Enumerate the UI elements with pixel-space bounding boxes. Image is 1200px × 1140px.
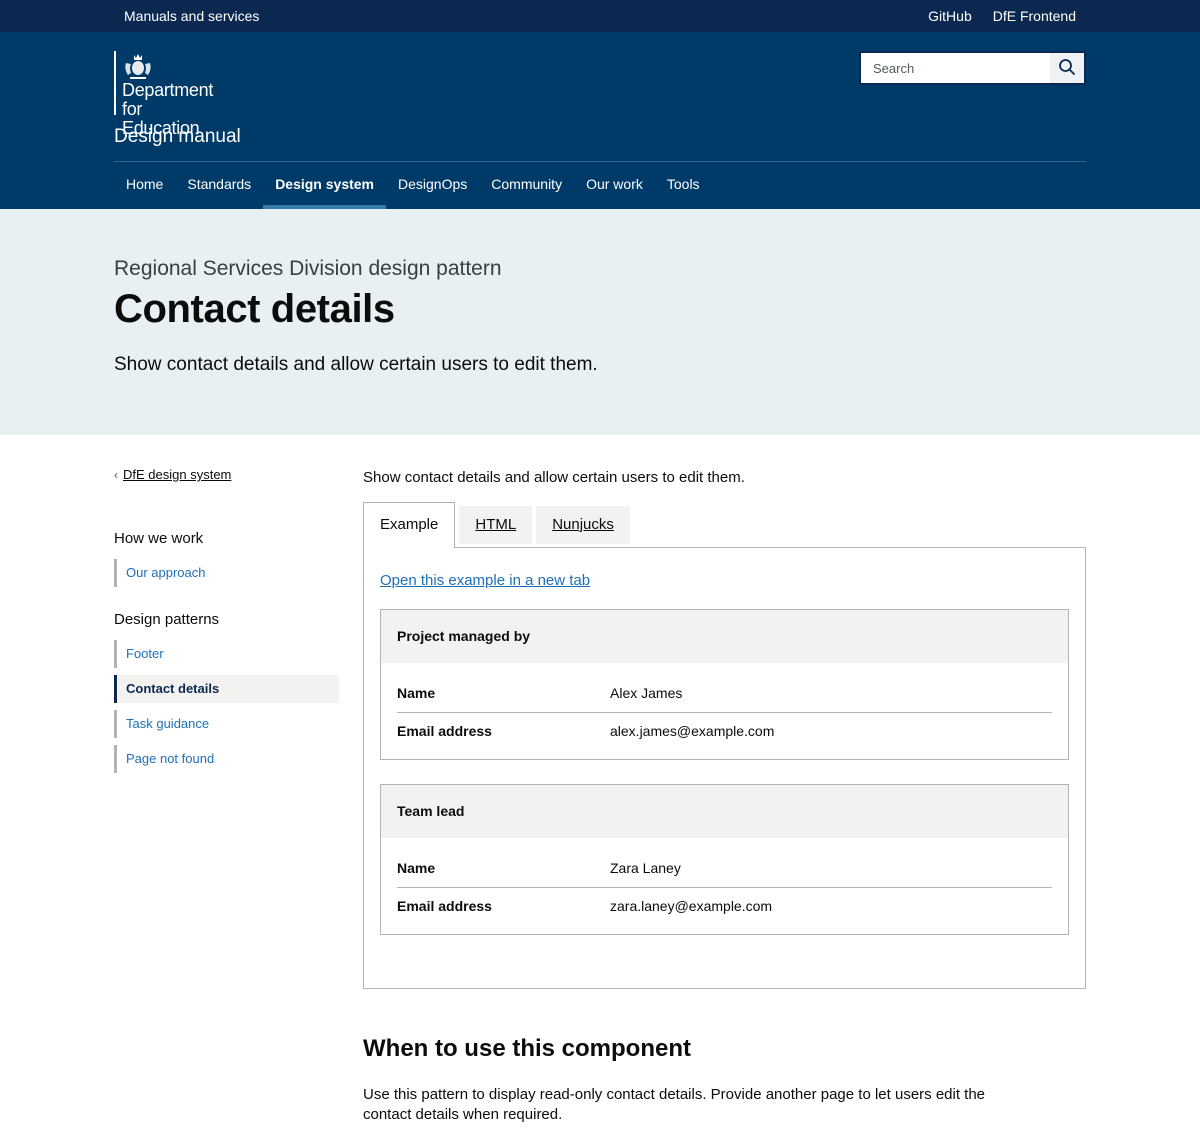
contact-card-team-lead: Team lead Name Zara Laney Email address … bbox=[380, 784, 1069, 935]
chevron-left-icon: ‹ bbox=[114, 467, 118, 482]
main-layout: ‹ DfE design system How we work Our appr… bbox=[114, 435, 1086, 1125]
summary-value: Zara Laney bbox=[610, 860, 681, 876]
sidebar: ‹ DfE design system How we work Our appr… bbox=[114, 467, 339, 1125]
primary-navigation: Home Standards Design system DesignOps C… bbox=[114, 162, 712, 209]
nav-our-work[interactable]: Our work bbox=[574, 162, 655, 209]
github-link[interactable]: GitHub bbox=[928, 8, 972, 24]
example-tabs: Example HTML Nunjucks bbox=[363, 502, 1086, 548]
sidebar-item-task-guidance[interactable]: Task guidance bbox=[114, 710, 339, 738]
sidebar-item-label[interactable]: Page not found bbox=[126, 751, 214, 766]
sidebar-list-how-we-work: Our approach bbox=[114, 559, 339, 587]
section-body-when-to-use: Use this pattern to display read-only co… bbox=[363, 1086, 986, 1123]
sidebar-item-contact-details[interactable]: Contact details bbox=[114, 675, 339, 703]
main-content: Show contact details and allow certain u… bbox=[363, 467, 1086, 1125]
open-example-new-tab-link[interactable]: Open this example in a new tab bbox=[380, 572, 590, 589]
sidebar-item-label[interactable]: Contact details bbox=[126, 681, 219, 696]
sidebar-heading-design-patterns: Design patterns bbox=[114, 611, 220, 628]
sidebar-heading-how-we-work: How we work bbox=[114, 530, 204, 547]
page-hero: Regional Services Division design patter… bbox=[0, 209, 1200, 435]
top-utility-bar: Manuals and services GitHub DfE Frontend bbox=[0, 0, 1200, 32]
utility-links: GitHub DfE Frontend bbox=[928, 8, 1076, 24]
page-lead: Show contact details and allow certain u… bbox=[114, 354, 598, 375]
sidebar-item-our-approach[interactable]: Our approach bbox=[114, 559, 339, 587]
tab-example[interactable]: Example bbox=[363, 502, 456, 548]
contact-card-project-manager: Project managed by Name Alex James Email… bbox=[380, 609, 1069, 760]
summary-value: alex.james@example.com bbox=[610, 723, 775, 739]
site-header: Department for Education Design manual H… bbox=[0, 32, 1200, 209]
card-title: Team lead bbox=[381, 785, 1068, 838]
summary-row: Email address zara.laney@example.com bbox=[397, 887, 1052, 924]
summary-row: Email address alex.james@example.com bbox=[397, 712, 1052, 749]
content-intro: Show contact details and allow certain u… bbox=[363, 469, 745, 486]
tab-nunjucks[interactable]: Nunjucks bbox=[536, 506, 630, 544]
logo-line-1: Department bbox=[122, 80, 214, 100]
search-icon bbox=[1058, 58, 1076, 79]
summary-key: Name bbox=[397, 860, 436, 876]
nav-designops[interactable]: DesignOps bbox=[386, 162, 479, 209]
search-form bbox=[859, 51, 1086, 85]
search-button[interactable] bbox=[1050, 53, 1084, 83]
summary-value: zara.laney@example.com bbox=[610, 898, 773, 914]
sidebar-item-footer[interactable]: Footer bbox=[114, 640, 339, 668]
summary-key: Email address bbox=[397, 898, 492, 914]
summary-row: Name Zara Laney bbox=[397, 850, 1052, 887]
page-title: Contact details bbox=[114, 287, 395, 331]
sidebar-item-page-not-found[interactable]: Page not found bbox=[114, 745, 339, 773]
search-input[interactable] bbox=[861, 53, 1050, 83]
summary-key: Name bbox=[397, 685, 436, 701]
back-link-dfe-design-system[interactable]: DfE design system bbox=[123, 467, 231, 482]
nav-tools[interactable]: Tools bbox=[655, 162, 712, 209]
logo-bar bbox=[114, 51, 116, 115]
sidebar-item-label[interactable]: Our approach bbox=[126, 565, 206, 580]
sidebar-list-design-patterns: Footer Contact details Task guidance Pag… bbox=[114, 640, 339, 773]
summary-list: Name Alex James Email address alex.james… bbox=[381, 663, 1068, 759]
dfe-logo[interactable]: Department for Education bbox=[114, 51, 213, 138]
section-heading-when-to-use: When to use this component bbox=[363, 1035, 691, 1062]
sidebar-item-label[interactable]: Footer bbox=[126, 646, 164, 661]
nav-design-system[interactable]: Design system bbox=[263, 162, 386, 209]
summary-row: Name Alex James bbox=[397, 675, 1052, 712]
summary-key: Email address bbox=[397, 723, 492, 739]
tab-panel-example: Open this example in a new tab Project m… bbox=[363, 547, 1086, 989]
summary-value: Alex James bbox=[610, 685, 683, 701]
summary-list: Name Zara Laney Email address zara.laney… bbox=[381, 838, 1068, 934]
nav-home[interactable]: Home bbox=[114, 162, 175, 209]
back-link: ‹ DfE design system bbox=[114, 467, 339, 482]
card-title: Project managed by bbox=[381, 610, 1068, 663]
sidebar-item-label[interactable]: Task guidance bbox=[126, 716, 209, 731]
nav-community[interactable]: Community bbox=[479, 162, 574, 209]
nav-standards[interactable]: Standards bbox=[175, 162, 263, 209]
dfe-frontend-link[interactable]: DfE Frontend bbox=[993, 8, 1076, 24]
royal-crest-icon bbox=[122, 53, 154, 81]
service-name-link[interactable]: Design manual bbox=[114, 126, 241, 148]
page-caption: Regional Services Division design patter… bbox=[114, 257, 502, 280]
manuals-and-services-link[interactable]: Manuals and services bbox=[124, 8, 259, 24]
tab-html[interactable]: HTML bbox=[459, 506, 533, 544]
